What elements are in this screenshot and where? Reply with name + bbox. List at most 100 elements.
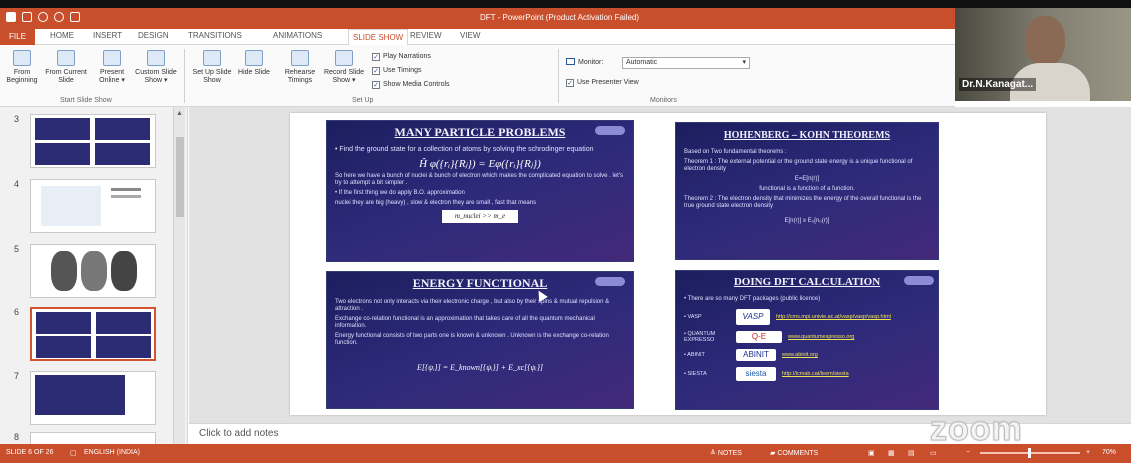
energy-formula: E[{ψᵢ}] = E_known[{ψᵢ}] + E_xc[{ψᵢ}] xyxy=(416,363,544,372)
vasp-logo: VASP xyxy=(736,309,770,325)
panel-text: Two electrons not only interacts via the… xyxy=(335,299,610,312)
panel-text: nuclei they are big (heavy) , slow & ele… xyxy=(335,200,537,206)
normal-view-icon[interactable]: ▣ xyxy=(868,449,875,457)
package-link[interactable]: www.abinit.org xyxy=(782,352,818,358)
group-label-setup: Set Up xyxy=(352,97,374,104)
custom-slide-show-button[interactable]: Custom Slide Show ▾ xyxy=(134,50,178,85)
panel-badge xyxy=(904,276,934,285)
quantum-espresso-logo: Q-E xyxy=(736,331,782,343)
thumbnail-image xyxy=(30,244,156,298)
present-online-button[interactable]: Present Online ▾ xyxy=(90,50,134,85)
monitor-label: Monitor: xyxy=(566,58,603,66)
chevron-down-icon: ▾ xyxy=(742,59,746,66)
slide-sorter-icon[interactable]: ▦ xyxy=(888,449,895,457)
package-link[interactable]: www.quantumespresso.org xyxy=(788,334,854,340)
tab-file[interactable]: FILE xyxy=(0,29,35,45)
slide-panel-energy-functional[interactable]: ENERGY FUNCTIONAL Two electrons not only… xyxy=(326,271,634,409)
thumbnail-scrollbar[interactable]: ▲ xyxy=(173,107,185,444)
dft-package-row: • VASP VASP http://cms.mpi.univie.ac.at/… xyxy=(676,309,938,325)
monitor-select[interactable]: Automatic ▾ xyxy=(622,57,750,69)
slide-panel-doing-dft[interactable]: DOING DFT CALCULATION • There are so man… xyxy=(675,270,939,410)
quick-access-toolbar xyxy=(6,12,80,22)
thumbnail-image xyxy=(30,371,156,425)
panel-title: HOHENBERG – KOHN THEOREMS xyxy=(723,130,891,141)
slide-canvas[interactable]: MANY PARTICLE PROBLEMS • Find the ground… xyxy=(290,113,1046,415)
panel-title: DOING DFT CALCULATION xyxy=(733,276,881,288)
scroll-up-icon[interactable]: ▲ xyxy=(175,109,185,119)
tab-review[interactable]: REVIEW xyxy=(410,31,442,40)
show-media-controls-checkbox[interactable]: ✓ Show Media Controls xyxy=(372,81,450,89)
panel-text: functional is a function of a function. xyxy=(759,186,855,192)
panel-text: Based on Two fundamental theorems : xyxy=(684,149,787,155)
tab-slide-show[interactable]: SLIDE SHOW xyxy=(348,29,409,46)
checkbox-checked-icon: ✓ xyxy=(372,67,380,75)
panel-text: • There are so many DFT packages (public… xyxy=(684,296,821,302)
panel-text: Theorem 1 : The external potential or th… xyxy=(684,159,913,172)
dft-package-row: • ABINIT ABINIT www.abinit.org xyxy=(684,349,818,361)
package-link[interactable]: http://cms.mpi.univie.ac.at/vasp/vasp/va… xyxy=(776,314,891,320)
tab-home[interactable]: HOME xyxy=(50,31,74,40)
zoom-slider[interactable] xyxy=(980,448,1080,458)
zoom-in-icon[interactable]: + xyxy=(1086,449,1090,456)
panel-badge xyxy=(595,277,625,286)
package-link[interactable]: http://icmab.cat/leem/siesta xyxy=(782,371,849,377)
slideshow-view-icon[interactable]: ▭ xyxy=(930,449,937,457)
tab-design[interactable]: DESIGN xyxy=(138,31,169,40)
comments-button[interactable]: ▰ COMMENTS xyxy=(770,449,818,457)
notes-button[interactable]: ≜ NOTES xyxy=(710,449,742,457)
video-participant-tile[interactable]: Dr.N.Kanagat... xyxy=(955,8,1131,101)
abinit-logo: ABINIT xyxy=(736,349,776,361)
panel-badge xyxy=(595,126,625,135)
rehearse-timings-button[interactable]: Rehearse Timings xyxy=(278,50,322,85)
ribbon-separator xyxy=(558,49,559,103)
slide-counter: SLIDE 6 OF 26 xyxy=(6,449,54,456)
tab-insert[interactable]: INSERT xyxy=(93,31,122,40)
save-icon[interactable] xyxy=(22,12,32,22)
status-bar: SLIDE 6 OF 26 ▢ ENGLISH (INDIA) ≜ NOTES … xyxy=(0,444,1131,463)
language-indicator[interactable]: ENGLISH (INDIA) xyxy=(84,449,140,456)
customize-icon[interactable] xyxy=(70,12,80,22)
hide-slide-button[interactable]: Hide Slide xyxy=(232,50,276,77)
set-up-slide-show-button[interactable]: Set Up Slide Show xyxy=(190,50,234,85)
panel-title: MANY PARTICLE PROBLEMS xyxy=(394,125,566,139)
thumbnail-image xyxy=(30,114,156,168)
panel-text: Theorem 2 : The electron density that mi… xyxy=(684,196,922,209)
play-narrations-checkbox[interactable]: ✓ Play Narrations xyxy=(372,53,431,61)
dft-package-row: • QUANTUM EXPRESSO Q-E www.quantumespres… xyxy=(684,331,855,343)
undo-icon[interactable] xyxy=(38,12,48,22)
panel-text: E=E[n(r)] xyxy=(794,176,820,182)
timer-icon xyxy=(291,50,309,66)
slide-panel-hohenberg-kohn[interactable]: HOHENBERG – KOHN THEOREMS Based on Two f… xyxy=(675,122,939,260)
record-icon xyxy=(335,50,353,66)
from-beginning-button[interactable]: From Beginning xyxy=(0,50,44,85)
monitor-icon xyxy=(566,58,575,65)
setup-icon xyxy=(203,50,221,66)
scrollbar-thumb[interactable] xyxy=(176,137,184,217)
participant-head xyxy=(1025,16,1065,66)
ribbon-separator xyxy=(184,49,185,103)
notes-icon: ≜ xyxy=(710,450,718,457)
tab-transitions[interactable]: TRANSITIONS xyxy=(188,31,242,40)
redo-icon[interactable] xyxy=(54,12,64,22)
play-icon xyxy=(13,50,31,66)
zoom-level[interactable]: 70% xyxy=(1102,449,1116,456)
notes-placeholder: Click to add notes xyxy=(199,428,279,439)
record-slide-show-button[interactable]: Record Slide Show ▾ xyxy=(322,50,366,85)
spellcheck-icon[interactable]: ▢ xyxy=(70,449,77,457)
checkbox-checked-icon: ✓ xyxy=(372,81,380,89)
slides-icon xyxy=(147,50,165,66)
reading-view-icon[interactable]: ▤ xyxy=(908,449,915,457)
dft-package-row: • SIESTA siesta http://icmab.cat/leem/si… xyxy=(676,367,938,381)
use-presenter-view-checkbox[interactable]: ✓ Use Presenter View xyxy=(566,79,639,87)
from-current-slide-button[interactable]: From Current Slide xyxy=(44,50,88,85)
zoom-out-icon[interactable]: − xyxy=(966,449,970,456)
use-timings-checkbox[interactable]: ✓ Use Timings xyxy=(372,67,422,75)
schrodinger-formula: Ĥ φ({rᵢ}{Rⱼ}) = Eφ({rᵢ}{Rⱼ}) xyxy=(419,158,541,170)
thumbnail-image xyxy=(30,307,156,361)
slide-panel-many-particle[interactable]: MANY PARTICLE PROBLEMS • Find the ground… xyxy=(326,120,634,262)
ribbon-tabs: FILE HOME INSERT DESIGN TRANSITIONS ANIM… xyxy=(0,29,955,46)
globe-icon xyxy=(103,50,121,66)
group-label-monitors: Monitors xyxy=(650,97,677,104)
tab-view[interactable]: VIEW xyxy=(460,31,480,40)
tab-animations[interactable]: ANIMATIONS xyxy=(273,31,322,40)
